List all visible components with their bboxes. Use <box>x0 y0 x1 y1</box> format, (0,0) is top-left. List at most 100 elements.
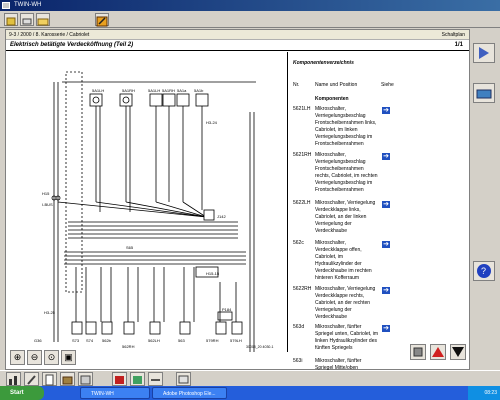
label-bottom-8: 579LH <box>230 338 242 343</box>
label-top-2: 5A1RH <box>122 88 135 93</box>
col-header-name: Name und Position <box>315 82 358 88</box>
component-group: Komponenten <box>315 96 349 102</box>
page-nav <box>410 344 470 364</box>
col-header-view: Siehe <box>381 82 394 88</box>
label-h3-24: H3-24 <box>206 120 218 125</box>
section-title-text: Elektrisch betätigte Verdeckôffnung (Tei… <box>10 42 134 48</box>
component-id: 5621LH <box>293 106 311 112</box>
component-heading: Komponentenverzeichnis <box>293 60 354 66</box>
breadcrumb: 9-3 / 2000 / 8. Karosserie / Cabriolet S… <box>6 30 469 40</box>
arrow-down-icon <box>452 347 464 357</box>
view-button[interactable]: ➔ <box>381 152 391 161</box>
toolbar <box>0 11 500 28</box>
page-up-button[interactable] <box>430 344 446 360</box>
diagram-icon <box>133 376 142 384</box>
right-sidebar: ? <box>471 29 497 370</box>
help-button[interactable]: ? <box>473 261 495 281</box>
col-header-nr: Nr. <box>293 82 300 88</box>
taskbar: Start TWIN-WH Adobe Photoshop Ele... 08:… <box>0 386 500 400</box>
view-button[interactable]: ➔ <box>381 286 391 295</box>
label-bottom-6: 563 <box>178 338 185 343</box>
label-bottom-2: S74 <box>86 338 94 343</box>
label-ibus: I-BUS <box>42 202 53 207</box>
bottom-button-5[interactable] <box>78 372 93 386</box>
wrench-icon <box>27 375 36 385</box>
zoom-out-button[interactable]: ⊖ <box>27 350 42 365</box>
print-side-button[interactable] <box>473 83 495 103</box>
bottom-button-4[interactable] <box>60 372 75 386</box>
bottom-button-8[interactable] <box>148 372 163 386</box>
breadcrumb-path: 9-3 / 2000 / 8. Karosserie / Cabriolet <box>9 32 90 38</box>
bottom-button-2[interactable] <box>24 372 39 386</box>
wiring-diagram-svg: 5A1LH 5A1RH 5A1LH 5A1RH 5A1a 5A1b H15 I-… <box>34 71 273 352</box>
view-button[interactable]: ➔ <box>381 240 391 249</box>
component-id: 5622RH <box>293 286 312 292</box>
bottom-button-6[interactable] <box>112 372 127 386</box>
folder-icon <box>37 18 49 26</box>
arrow-right-icon: ➔ <box>383 107 389 114</box>
component-desc: Mikroschalter, Verriegelungsbeschlag Fro… <box>315 106 377 147</box>
task-twin[interactable]: TWIN-WH <box>80 387 150 399</box>
tools-button[interactable] <box>95 13 109 27</box>
view-button[interactable]: ➔ <box>381 106 391 115</box>
wiring-diagram[interactable]: 5A1LH 5A1RH 5A1LH 5A1RH 5A1a 5A1b H15 I-… <box>6 52 288 352</box>
label-g36: G36 <box>34 338 42 343</box>
component-desc: Mikroschalter, Verriegelung Verdeckklapp… <box>315 200 376 234</box>
document-icon <box>45 374 54 386</box>
component-id: 5621RH <box>293 152 312 158</box>
wrench-icon <box>96 16 108 27</box>
grid-icon <box>80 375 91 385</box>
arrow-up-icon <box>432 347 444 357</box>
start-button[interactable]: Start <box>0 386 44 400</box>
bottom-button-3[interactable] <box>42 372 57 386</box>
bottom-button-7[interactable] <box>130 372 145 386</box>
component-id: 563i <box>293 358 303 364</box>
zoom-in-icon: ⊕ <box>13 352 22 362</box>
label-top-3: 5A1LH <box>148 88 160 93</box>
page-down-button[interactable] <box>450 344 466 360</box>
component-id: 562c <box>293 240 304 246</box>
label-h15-15: H15-15 <box>206 271 220 276</box>
folder-button[interactable] <box>36 13 50 26</box>
bottom-button-1[interactable] <box>6 372 21 386</box>
label-bottom-1: S73 <box>72 338 80 343</box>
arrow-right-icon: ➔ <box>383 153 389 160</box>
component-desc: Mikroschalter, Verriegelung Verdeckklapp… <box>315 286 376 320</box>
diagram-code: 30008_20 4030-1 <box>246 345 273 349</box>
flag-icon <box>178 375 189 384</box>
component-list: Komponentenverzeichnis Nr. Name und Posi… <box>289 52 469 371</box>
zoom-fit-button[interactable]: ⊙ <box>44 350 59 365</box>
label-bottom-7: 579RH <box>206 338 219 343</box>
stop-button[interactable] <box>410 344 426 360</box>
arrow-right-icon <box>479 47 489 59</box>
app-icon <box>2 2 10 9</box>
zoom-controls: ⊕ ⊖ ⊙ ▣ <box>10 350 90 368</box>
breadcrumb-mode: Schaltplan <box>441 32 465 38</box>
label-top-5: 5A1a <box>177 88 187 93</box>
print-button[interactable] <box>20 13 34 26</box>
component-desc: Mikroschalter, Verriegelungsbeschlag Fro… <box>315 152 378 193</box>
chart-icon <box>9 376 17 385</box>
label-bottom-3: 562b <box>102 338 112 343</box>
view-button[interactable]: ➔ <box>381 324 391 333</box>
label-h3-25: H3-25 <box>44 310 56 315</box>
label-top-1: 5A1LH <box>92 88 104 93</box>
main-panel: 9-3 / 2000 / 8. Karosserie / Cabriolet S… <box>5 29 470 371</box>
task-photoshop[interactable]: Adobe Photoshop Ele... <box>152 387 227 399</box>
box-icon <box>62 376 73 385</box>
zoom-reset-button[interactable]: ▣ <box>61 350 76 365</box>
home-button[interactable] <box>4 13 18 26</box>
bottom-button-9[interactable] <box>176 372 191 386</box>
printer-icon <box>476 89 492 99</box>
zoom-reset-icon: ▣ <box>64 352 73 362</box>
arrow-right-icon: ➔ <box>383 201 389 208</box>
title-bar: TWIN-WH <box>0 0 500 11</box>
zoom-in-button[interactable]: ⊕ <box>10 350 25 365</box>
home-icon <box>6 17 16 26</box>
view-button[interactable]: ➔ <box>381 200 391 209</box>
forward-button[interactable] <box>473 43 495 63</box>
label-h15: H15 <box>42 191 50 196</box>
label-s65: S65 <box>126 245 134 250</box>
section-title: Elektrisch betätigte Verdeckôffnung (Tei… <box>6 40 469 51</box>
red-tool-icon <box>115 376 124 384</box>
